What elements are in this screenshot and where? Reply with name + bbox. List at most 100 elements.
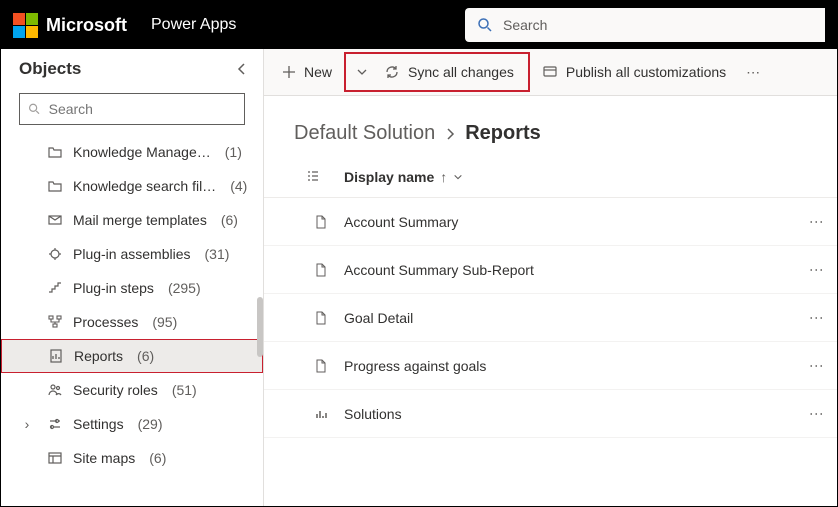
folder-icon bbox=[47, 144, 63, 160]
publish-button[interactable]: Publish all customizations bbox=[532, 52, 736, 92]
object-tree: Knowledge Manage… (1) Knowledge search fil… bbox=[1, 135, 263, 475]
doc-icon bbox=[298, 263, 344, 277]
sidebar-item-settings[interactable]: › Settings (29) bbox=[1, 407, 263, 441]
sidebar-item-count: (295) bbox=[168, 280, 201, 296]
global-search[interactable] bbox=[465, 8, 825, 42]
sidebar-item-knowledge-search-fil[interactable]: Knowledge search fil… (4) bbox=[1, 169, 263, 203]
sidebar-item-label: Reports bbox=[74, 348, 123, 364]
sidebar-item-plug-in-steps[interactable]: Plug-in steps (295) bbox=[1, 271, 263, 305]
report-icon bbox=[48, 348, 64, 364]
sidebar-item-count: (51) bbox=[172, 382, 197, 398]
scrollbar-thumb[interactable] bbox=[257, 297, 263, 357]
sidebar: Objects Knowledge Manage… (1) Knowledge se… bbox=[1, 49, 264, 506]
sidebar-item-count: (1) bbox=[225, 144, 242, 160]
app-name: Power Apps bbox=[151, 16, 236, 34]
app-header: Microsoft Power Apps bbox=[1, 1, 837, 49]
sidebar-item-label: Knowledge Manage… bbox=[73, 144, 211, 160]
breadcrumb: Default Solution Reports bbox=[264, 96, 837, 157]
chart-icon bbox=[298, 408, 344, 420]
sync-group-highlight: Sync all changes bbox=[344, 52, 530, 92]
sync-all-button[interactable]: Sync all changes bbox=[374, 52, 524, 92]
row-more-button[interactable]: ⋮ bbox=[801, 359, 825, 373]
chevron-down-icon bbox=[453, 172, 463, 182]
row-more-button[interactable]: ⋮ bbox=[801, 215, 825, 229]
column-header-row: Display name ↑ bbox=[264, 157, 837, 198]
table-row[interactable]: Account Summary⋮ bbox=[264, 198, 837, 246]
collapse-sidebar-icon[interactable] bbox=[237, 62, 247, 76]
row-more-button[interactable]: ⋮ bbox=[801, 311, 825, 325]
column-header-label: Display name bbox=[344, 169, 434, 185]
row-display-name: Account Summary Sub-Report bbox=[344, 262, 801, 278]
table-row[interactable]: Solutions⋮ bbox=[264, 390, 837, 438]
row-display-name: Solutions bbox=[344, 406, 801, 422]
sidebar-item-label: Security roles bbox=[73, 382, 158, 398]
command-bar: New Sync all changes Publish all customi… bbox=[264, 49, 837, 96]
publish-icon bbox=[542, 64, 558, 80]
breadcrumb-parent[interactable]: Default Solution bbox=[294, 122, 435, 145]
breadcrumb-current: Reports bbox=[465, 122, 541, 145]
sidebar-item-label: Knowledge search fil… bbox=[73, 178, 216, 194]
sidebar-item-count: (4) bbox=[230, 178, 247, 194]
doc-icon bbox=[298, 359, 344, 373]
sidebar-item-mail-merge-templates[interactable]: Mail merge templates(6) bbox=[1, 203, 263, 237]
sync-icon bbox=[384, 64, 400, 80]
sidebar-header: Objects bbox=[1, 49, 263, 89]
publish-button-label: Publish all customizations bbox=[566, 64, 726, 80]
sidebar-item-reports[interactable]: Reports (6) bbox=[1, 339, 263, 373]
chevron-right-icon bbox=[445, 127, 455, 141]
sidebar-item-label: Plug-in steps bbox=[73, 280, 154, 296]
global-search-input[interactable] bbox=[503, 17, 813, 33]
row-more-button[interactable]: ⋮ bbox=[801, 407, 825, 421]
chevron-down-icon bbox=[356, 66, 368, 78]
sync-button-label: Sync all changes bbox=[408, 64, 514, 80]
sidebar-search[interactable] bbox=[19, 93, 245, 125]
search-icon bbox=[477, 17, 493, 33]
sidebar-item-label: Settings bbox=[73, 416, 124, 432]
row-display-name: Progress against goals bbox=[344, 358, 801, 374]
plus-icon bbox=[282, 65, 296, 79]
report-list: Account Summary⋮Account Summary Sub-Repo… bbox=[264, 198, 837, 506]
table-row[interactable]: Account Summary Sub-Report⋮ bbox=[264, 246, 837, 294]
sidebar-item-plug-in-assemblies[interactable]: Plug-in assemblies (31) bbox=[1, 237, 263, 271]
sidebar-title: Objects bbox=[19, 59, 81, 79]
roles-icon bbox=[47, 382, 63, 398]
new-dropdown-button[interactable] bbox=[350, 52, 374, 92]
row-more-button[interactable]: ⋮ bbox=[801, 263, 825, 277]
select-all-icon[interactable] bbox=[298, 170, 328, 184]
table-row[interactable]: Goal Detail⋮ bbox=[264, 294, 837, 342]
sidebar-search-input[interactable] bbox=[49, 101, 236, 117]
plugin-icon bbox=[47, 246, 63, 262]
sitemap-icon bbox=[47, 450, 63, 466]
doc-icon bbox=[298, 311, 344, 325]
sidebar-item-label: Mail merge templates bbox=[73, 212, 207, 228]
display-name-column-header[interactable]: Display name ↑ bbox=[344, 169, 463, 185]
sidebar-item-label: Processes bbox=[73, 314, 138, 330]
sidebar-item-count: (6) bbox=[149, 450, 166, 466]
microsoft-logo-icon bbox=[13, 13, 38, 38]
more-commands-button[interactable]: ⋯ bbox=[738, 52, 770, 92]
sort-asc-icon: ↑ bbox=[440, 169, 447, 185]
brand-text: Microsoft bbox=[46, 15, 127, 36]
row-display-name: Account Summary bbox=[344, 214, 801, 230]
sidebar-item-knowledge-manage[interactable]: Knowledge Manage… (1) bbox=[1, 135, 263, 169]
sidebar-item-processes[interactable]: Processes (95) bbox=[1, 305, 263, 339]
sidebar-item-count: (29) bbox=[138, 416, 163, 432]
folder-icon bbox=[47, 178, 63, 194]
sidebar-item-count: (95) bbox=[152, 314, 177, 330]
row-display-name: Goal Detail bbox=[344, 310, 801, 326]
mail-icon bbox=[47, 212, 63, 228]
main-pane: New Sync all changes Publish all customi… bbox=[264, 49, 837, 506]
table-row[interactable]: Progress against goals⋮ bbox=[264, 342, 837, 390]
sidebar-item-label: Site maps bbox=[73, 450, 135, 466]
sidebar-item-count: (6) bbox=[137, 348, 154, 364]
search-icon bbox=[28, 102, 41, 116]
chevron-right-icon[interactable]: › bbox=[17, 416, 37, 432]
sidebar-item-count: (31) bbox=[205, 246, 230, 262]
doc-icon bbox=[298, 215, 344, 229]
sidebar-item-site-maps[interactable]: Site maps (6) bbox=[1, 441, 263, 475]
flow-icon bbox=[47, 314, 63, 330]
sidebar-item-security-roles[interactable]: Security roles (51) bbox=[1, 373, 263, 407]
sidebar-item-label: Plug-in assemblies bbox=[73, 246, 191, 262]
new-button[interactable]: New bbox=[272, 52, 342, 92]
settings-icon bbox=[47, 416, 63, 432]
